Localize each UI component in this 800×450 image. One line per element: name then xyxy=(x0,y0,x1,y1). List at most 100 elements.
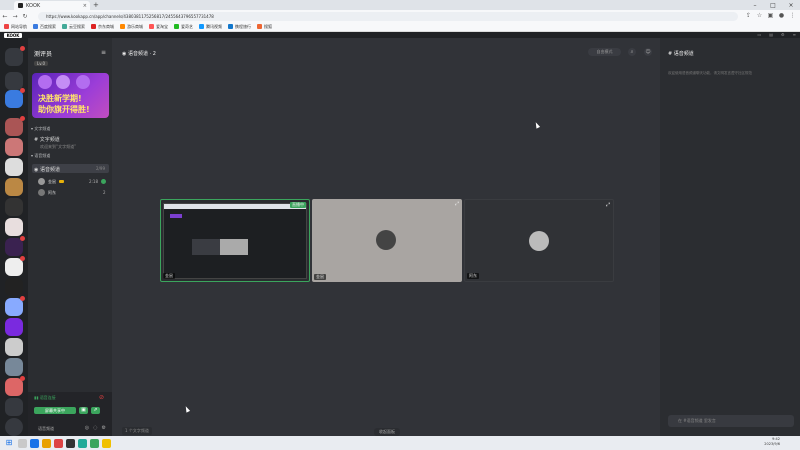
taskbar-app-icon[interactable] xyxy=(18,438,27,448)
app-minimize-icon[interactable]: ▭ xyxy=(757,32,761,37)
reload-icon[interactable]: ↻ xyxy=(20,13,30,20)
start-icon[interactable]: ⊞ xyxy=(3,438,15,448)
discover-icon[interactable] xyxy=(5,72,23,90)
chat-panel-title: # 语音频道 xyxy=(668,51,694,57)
server-icon[interactable] xyxy=(5,296,25,316)
taskbar-app-icon[interactable] xyxy=(78,438,87,448)
taskbar-app-icon[interactable] xyxy=(42,438,51,448)
forward-icon[interactable]: → xyxy=(10,13,20,20)
share-icon[interactable]: ⇪ xyxy=(745,12,752,19)
server-icon[interactable] xyxy=(5,158,23,176)
member-badge xyxy=(59,180,64,183)
app-pin-icon[interactable]: ▤ xyxy=(769,32,773,37)
live-indicator-icon xyxy=(100,179,106,184)
chat-input[interactable]: 在 #语音频道 里发言 xyxy=(668,415,794,427)
text-channel-description: 欢迎来到“文字频道” xyxy=(40,144,77,149)
disconnect-icon[interactable]: ⊘ xyxy=(99,394,104,401)
user-avatar[interactable] xyxy=(5,418,23,436)
text-channel[interactable]: # 文字频道 xyxy=(34,136,60,143)
user-controls: ◎ ◌ ⚙ xyxy=(85,425,106,431)
bookmark-item[interactable]: 搜狐 xyxy=(257,24,272,30)
screen-share-button[interactable]: 屏幕共享中 xyxy=(34,407,76,414)
search-icon[interactable]: ⌕ xyxy=(628,48,636,56)
server-menu-icon[interactable]: ≡ xyxy=(101,49,106,56)
server-icon[interactable] xyxy=(5,318,23,336)
mode-selector[interactable]: 自由模式 xyxy=(588,48,621,56)
server-icon[interactable] xyxy=(5,198,23,216)
close-tab-icon[interactable]: × xyxy=(83,3,87,9)
profile-icon[interactable]: ● xyxy=(778,12,785,19)
bookmark-item[interactable]: 百度搜索 xyxy=(33,24,56,30)
video-tile[interactable]: ⤢ 阿东 xyxy=(464,199,614,282)
window-controls: – □ × xyxy=(746,0,800,10)
taskbar-app-icon[interactable] xyxy=(102,438,111,448)
app-settings-icon[interactable]: ⚙ xyxy=(781,32,785,37)
kook-favicon-icon xyxy=(18,3,23,8)
app-menu-icon[interactable]: ≡ xyxy=(793,32,796,37)
headset-icon[interactable]: ◌ xyxy=(93,425,97,431)
server-icon[interactable] xyxy=(5,178,23,196)
fullscreen-icon[interactable]: ⤢ xyxy=(606,202,610,208)
add-server-icon[interactable] xyxy=(5,398,23,416)
taskbar-app-icon[interactable] xyxy=(90,438,99,448)
collapse-panel-button[interactable]: 收起面板 xyxy=(374,428,400,436)
voice-channel-count: 2/99 xyxy=(96,166,105,171)
taskbar-app-icon[interactable] xyxy=(66,438,75,448)
screen-share-tile[interactable]: 直播中 金鼠 xyxy=(160,199,310,282)
video-tile[interactable]: ⤢ 金鼠 xyxy=(312,199,462,282)
bookmark-item[interactable]: 京东商城 xyxy=(91,24,114,30)
app-window-controls: ▭ ▤ ⚙ ≡ xyxy=(757,32,796,37)
bookmark-item[interactable]: 游乐商城 xyxy=(120,24,143,30)
category-voice[interactable]: ▾ 语音频道 xyxy=(31,153,50,159)
share-screen-icon[interactable]: ⇗ xyxy=(91,407,100,414)
taskbar-app-icon[interactable] xyxy=(54,438,63,448)
kook-app: KOOK ▭ ▤ ⚙ ≡ 测评员 ≡ Lv.0 决胜新学期! 助你旗开得胜! ▾… xyxy=(0,32,800,436)
camera-icon[interactable]: ▣ xyxy=(79,407,88,414)
server-icon[interactable] xyxy=(5,278,23,296)
category-text[interactable]: ▾ 文字频道 xyxy=(31,126,50,132)
star-icon[interactable]: ☆ xyxy=(756,12,763,19)
server-icon[interactable] xyxy=(5,236,25,256)
server-icon[interactable] xyxy=(5,358,23,376)
server-icon[interactable] xyxy=(5,116,25,136)
address-bar[interactable]: https://www.kookapp.cn/app/channels/4380… xyxy=(38,11,738,21)
bookmark-item[interactable]: 云豆搜索 xyxy=(62,24,85,30)
browser-menu-icon[interactable]: ⋮ xyxy=(789,12,796,19)
browser-tab[interactable]: KOOK × xyxy=(14,1,90,10)
bookmark-item[interactable]: 网站导航 xyxy=(4,24,27,30)
server-icon[interactable] xyxy=(5,338,23,356)
new-tab-icon[interactable]: + xyxy=(93,1,99,9)
server-icon[interactable] xyxy=(5,256,25,276)
banner-line-2: 助你旗开得胜! xyxy=(38,105,90,114)
voice-member[interactable]: 金鼠 2:18 xyxy=(38,178,106,185)
voice-stage: ◉ 语音频道 · 2 自由模式 ⌕ ☺ 直播中 金鼠 ⤢ 金鼠 ⤢ 阿东 1 个… xyxy=(112,38,660,436)
taskbar-app-icon[interactable] xyxy=(30,438,39,448)
back-icon[interactable]: ← xyxy=(0,13,10,20)
user-settings-icon[interactable]: ⚙ xyxy=(102,425,106,431)
voice-panel-user: 语音频道 xyxy=(38,426,54,431)
server-icon[interactable] xyxy=(5,88,25,108)
bookmark-item[interactable]: 爱淘宝 xyxy=(149,24,168,30)
members-icon[interactable]: ☺ xyxy=(644,48,652,56)
taskbar-clock[interactable]: 9:42 2023/9/6 xyxy=(764,437,780,447)
bookmark-item[interactable]: 腾讯视频 xyxy=(199,24,222,30)
server-icon[interactable] xyxy=(5,218,23,236)
url-text: https://www.kookapp.cn/app/channels/4380… xyxy=(46,13,214,19)
event-banner[interactable]: 决胜新学期! 助你旗开得胜! xyxy=(32,73,109,118)
channel-status-hint: 1 个文字频道 xyxy=(122,427,152,435)
fullscreen-icon[interactable]: ⤢ xyxy=(455,201,459,207)
voice-channel[interactable]: ◉ 语音频道 xyxy=(34,166,60,173)
voice-member[interactable]: 阿东 2 xyxy=(38,189,106,196)
server-name[interactable]: 测评员 xyxy=(34,49,52,58)
maximize-icon[interactable]: □ xyxy=(764,0,782,10)
bookmark-item[interactable]: 携程旅行 xyxy=(228,24,251,30)
shared-screen-preview xyxy=(163,203,307,279)
minimize-icon[interactable]: – xyxy=(746,0,764,10)
direct-messages-icon[interactable] xyxy=(5,46,25,66)
server-icon[interactable] xyxy=(5,376,25,396)
server-icon[interactable] xyxy=(5,138,23,156)
extensions-icon[interactable]: ▣ xyxy=(767,12,774,19)
window-close-icon[interactable]: × xyxy=(782,0,800,10)
mic-icon[interactable]: ◎ xyxy=(85,425,89,431)
bookmark-item[interactable]: 爱奇艺 xyxy=(174,24,193,30)
